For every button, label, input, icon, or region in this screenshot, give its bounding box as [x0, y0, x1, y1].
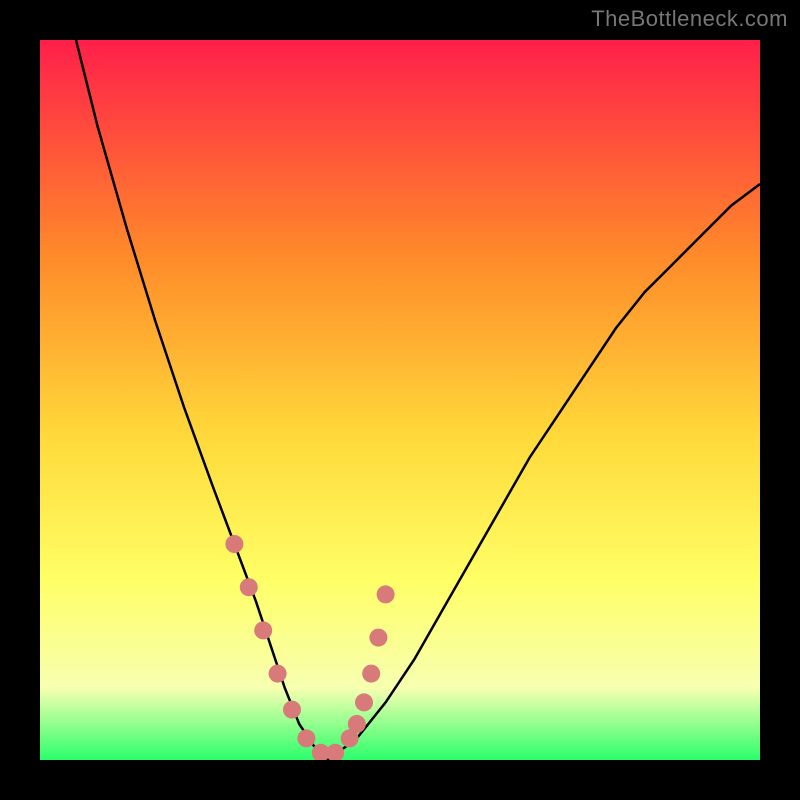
marker-dot	[377, 585, 395, 603]
marker-dot	[348, 715, 366, 733]
highlight-dots	[225, 535, 394, 760]
marker-dot	[269, 665, 287, 683]
watermark-text: TheBottleneck.com	[591, 6, 788, 32]
chart-svg	[40, 40, 760, 760]
bottleneck-curve	[76, 40, 760, 760]
marker-dot	[240, 578, 258, 596]
marker-dot	[369, 629, 387, 647]
marker-dot	[254, 621, 272, 639]
marker-dot	[355, 693, 373, 711]
marker-dot	[283, 701, 301, 719]
marker-dot	[297, 729, 315, 747]
marker-dot	[225, 535, 243, 553]
marker-dot	[326, 744, 344, 760]
plot-area	[40, 40, 760, 760]
marker-dot	[362, 665, 380, 683]
